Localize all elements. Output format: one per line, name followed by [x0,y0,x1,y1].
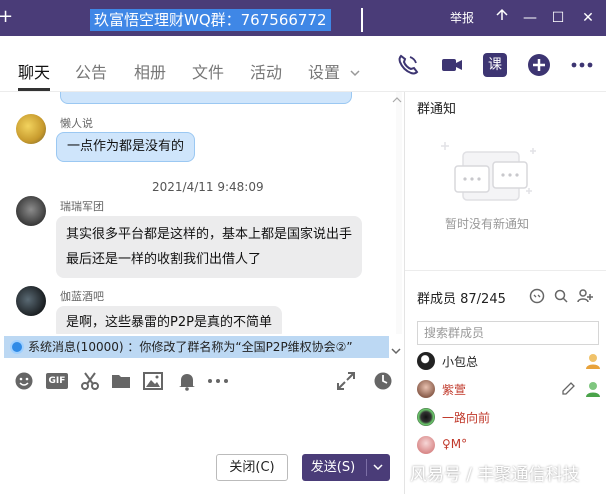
tab-announcement[interactable]: 公告 [75,59,107,83]
search-member-icon[interactable] [553,288,569,304]
tab-files[interactable]: 文件 [192,59,224,83]
notice-empty-text: 暂时没有新通知 [445,217,530,231]
gif-icon[interactable]: GIF [46,373,68,389]
member-status-icon[interactable] [529,288,545,304]
input-toolbar: GIF [0,362,404,400]
tab-activity[interactable]: 活动 [250,59,282,83]
member-name: 一路向前 [442,411,491,425]
system-message-text: 系统消息(10000) ：你修改了群名称为“全国P2P维权协会②” [28,340,353,354]
message-bubble[interactable]: 一点作为都是没有的 [56,132,196,162]
empty-notice-illustration [441,142,536,201]
emoji-icon[interactable] [14,371,34,391]
scroll-up-icon[interactable] [392,96,402,104]
member-name: 紫萱 [442,383,467,397]
tab-settings[interactable]: 设置 [308,59,361,83]
folder-icon[interactable] [111,371,131,391]
share-icon[interactable] [492,8,512,28]
chat-history[interactable]: 懒人说 一点作为都是没有的 2021/4/11 9:48:09 瑞瑞军团 其实很… [0,92,404,334]
tab-settings-label: 设置 [308,63,341,82]
tab-chat[interactable]: 聊天 [18,59,50,83]
avatar [417,352,435,370]
sender-name[interactable]: 瑞瑞军团 [60,198,104,214]
member-name: ♀M° [442,437,468,451]
system-message-bar[interactable]: 系统消息(10000) ：你修改了群名称为“全国P2P维权协会②” [4,336,389,358]
avatar[interactable] [16,114,46,144]
send-button[interactable]: 发送(S) [302,454,390,481]
avatar[interactable] [16,286,46,316]
more-icon[interactable] [207,371,229,391]
image-icon[interactable] [143,371,163,391]
avatar [417,436,435,454]
group-title[interactable]: 玖富悟空理财WQ群：767566772 [90,9,331,31]
notice-title: 群通知 [417,102,457,117]
minimize-button[interactable]: — [520,8,540,28]
member-item[interactable]: ♀M° [417,434,602,456]
watermark: 风易号 / 丰聚通信科技 [410,465,580,485]
phone-icon[interactable] [396,53,420,77]
tab-album[interactable]: 相册 [134,59,166,83]
edit-icon[interactable] [560,381,576,397]
message-line: 最后还是一样的收割我们出借人了 [66,252,262,267]
chevron-down-icon [373,464,383,471]
class-icon[interactable]: 课 [483,53,507,77]
video-camera-icon[interactable] [440,53,464,77]
sender-name[interactable]: 伽蓝酒吧 [60,288,104,304]
group-chat-window: + 玖富悟空理财WQ群：767566772 举报 — ☐ ✕ 聊天 公告 相册 … [0,0,606,494]
avatar [417,408,435,426]
expand-icon[interactable] [336,371,356,391]
send-button-divider [366,459,367,476]
message-bubble[interactable]: 其实很多平台都是这样的，基本上都是国家说出手 最后还是一样的收割我们出借人了 [56,216,363,278]
message-bubble[interactable]: 是啊，这些暴雷的P2P是真的不简单 [56,306,282,334]
sender-name[interactable]: 懒人说 [60,115,93,131]
send-button-label: 发送(S) [310,460,356,475]
message-timestamp: 2021/4/11 9:48:09 [152,180,264,194]
title-bar: + 玖富悟空理财WQ群：767566772 举报 — ☐ ✕ [0,0,606,36]
admin-badge-icon [586,354,600,369]
avatar[interactable] [16,196,46,226]
message-line: 其实很多平台都是这样的，基本上都是国家说出手 [66,227,353,242]
active-tab-indicator [18,88,50,91]
member-item[interactable]: 紫萱 [417,378,602,400]
text-cursor [361,8,363,32]
close-button[interactable]: 关闭(C) [216,454,288,481]
add-app-icon[interactable] [527,53,551,77]
plus-icon[interactable]: + [0,6,13,27]
group-info-panel: 群通知 暂时没有新通知 群成员 87/245 搜索群成员 小包总 紫萱 一路向前… [405,92,606,494]
message-bubble-partial [60,92,352,104]
maximize-button[interactable]: ☐ [548,8,568,28]
send-options-dropdown[interactable] [372,454,384,492]
history-icon[interactable] [373,371,393,391]
member-name: 小包总 [442,355,479,369]
info-icon [10,340,24,354]
add-member-icon[interactable] [577,288,593,304]
chevron-down-icon[interactable] [391,346,401,356]
more-options-icon[interactable] [570,53,594,77]
close-window-button[interactable]: ✕ [578,8,598,28]
tab-bar: 聊天 公告 相册 文件 活动 设置 [0,36,606,92]
chevron-down-icon [350,70,360,77]
section-divider [405,270,606,271]
members-title: 群成员 87/245 [417,292,506,307]
bell-icon[interactable] [177,371,197,391]
avatar [417,380,435,398]
scissors-icon[interactable] [80,371,100,391]
member-item[interactable]: 一路向前 [417,406,602,428]
admin-badge-icon [586,382,600,397]
report-button[interactable]: 举报 [450,8,474,28]
chat-scrollbar[interactable] [396,92,402,334]
member-search-input[interactable]: 搜索群成员 [417,321,599,345]
member-item[interactable]: 小包总 [417,350,602,372]
